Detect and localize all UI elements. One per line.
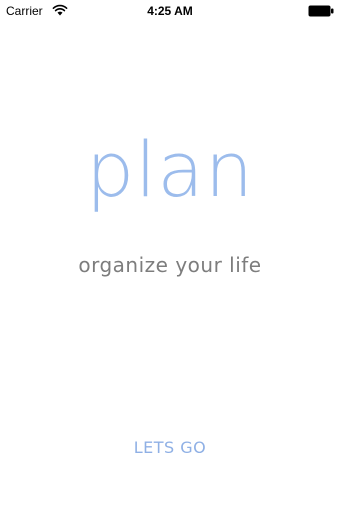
tagline: organize your life (78, 253, 262, 277)
lets-go-button[interactable]: LETS GO (0, 438, 340, 457)
app-logo-text: plan (85, 125, 255, 214)
status-bar: Carrier 4:25 AM (0, 0, 340, 22)
clock: 4:25 AM (147, 4, 193, 18)
battery-icon (308, 5, 334, 17)
